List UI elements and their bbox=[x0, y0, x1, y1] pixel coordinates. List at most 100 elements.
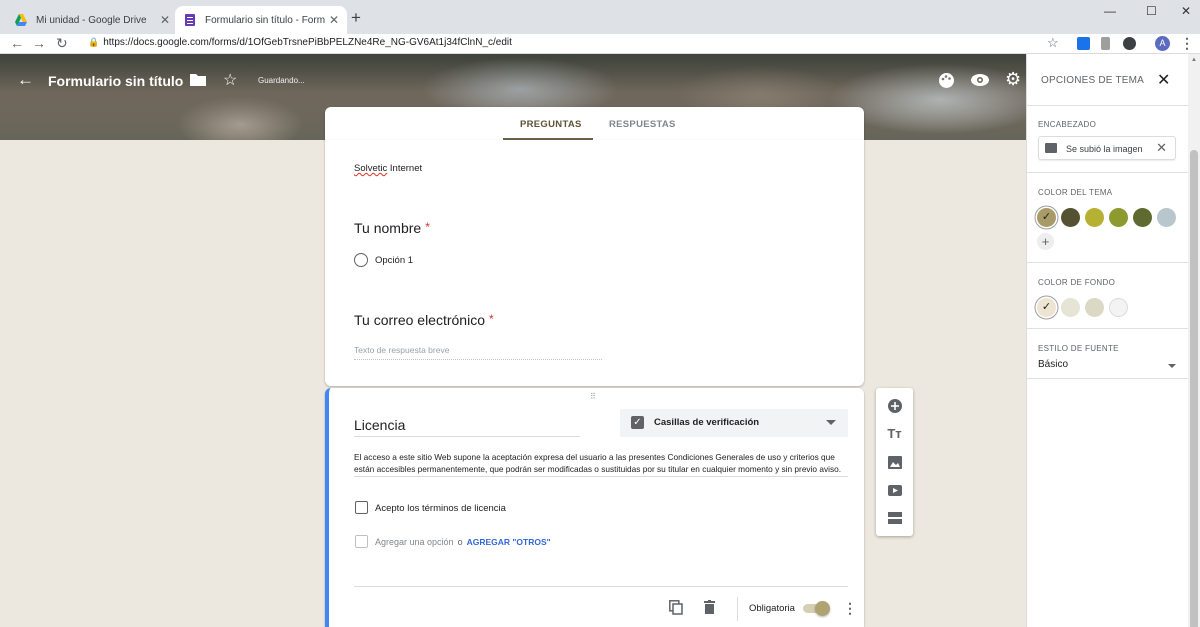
drag-handle-icon[interactable]: ⠿ bbox=[590, 392, 597, 401]
theme-color-swatch[interactable] bbox=[1037, 208, 1056, 227]
scroll-up-icon[interactable]: ▲ bbox=[1191, 57, 1197, 63]
tab-preguntas[interactable]: PREGUNTAS bbox=[520, 119, 582, 130]
browser-tab-title: Formulario sin título - Formulario bbox=[205, 14, 325, 26]
delete-trash-icon[interactable] bbox=[704, 600, 715, 614]
reload-icon[interactable]: ↻ bbox=[56, 35, 68, 52]
header-section-label: ENCABEZADO bbox=[1038, 120, 1097, 129]
image-chip-label: Se subió la imagen bbox=[1066, 144, 1143, 154]
question-title-name[interactable]: Tu nombre * bbox=[354, 220, 430, 236]
add-section-icon[interactable] bbox=[888, 512, 902, 524]
new-tab-button[interactable]: + bbox=[351, 8, 361, 28]
question-text: Tu correo electrónico bbox=[354, 312, 485, 328]
save-status: Guardando... bbox=[258, 76, 305, 85]
form-tabs bbox=[325, 107, 864, 140]
add-option-button[interactable]: Agregar una opción bbox=[375, 537, 454, 547]
divider bbox=[354, 586, 848, 587]
misspelled-word: Solvetic bbox=[354, 163, 388, 174]
palette-icon[interactable] bbox=[938, 72, 955, 89]
maximize-button[interactable]: ☐ bbox=[1146, 4, 1157, 18]
extension-icon[interactable] bbox=[1077, 37, 1090, 50]
extension-icon[interactable] bbox=[1101, 37, 1110, 50]
required-asterisk: * bbox=[488, 312, 494, 326]
question-toolbar: Tт bbox=[876, 388, 913, 536]
font-style-dropdown[interactable]: Básico bbox=[1038, 359, 1068, 370]
url-field[interactable]: 🔒 https://docs.google.com/forms/d/1OfGebT… bbox=[88, 37, 512, 48]
divider bbox=[1027, 105, 1188, 106]
extension-icon[interactable] bbox=[1123, 37, 1136, 50]
header-image-chip[interactable]: Se subió la imagen ✕ bbox=[1038, 136, 1176, 160]
add-question-icon[interactable] bbox=[888, 399, 902, 413]
theme-color-swatch[interactable] bbox=[1109, 208, 1128, 227]
description-text: Internet bbox=[387, 163, 423, 174]
panel-title: OPCIONES DE TEMA bbox=[1041, 75, 1145, 86]
required-toggle-knob[interactable] bbox=[815, 601, 830, 616]
back-icon[interactable]: ← bbox=[10, 35, 24, 51]
divider bbox=[737, 597, 738, 621]
google-drive-icon bbox=[15, 14, 27, 26]
background-color-swatch[interactable] bbox=[1109, 298, 1128, 317]
settings-gear-icon[interactable]: ⚙ bbox=[1005, 69, 1021, 90]
browser-tab-form[interactable]: Formulario sin título - Formulario ✕ bbox=[175, 6, 347, 34]
url-text: https://docs.google.com/forms/d/1OfGebTr… bbox=[103, 37, 512, 48]
form-description[interactable]: Solvetic Internet bbox=[354, 163, 422, 174]
question-text: Tu nombre bbox=[354, 220, 422, 236]
add-image-icon[interactable] bbox=[888, 456, 902, 469]
add-title-icon[interactable]: Tт bbox=[876, 426, 913, 441]
scrollbar[interactable]: ▲ bbox=[1188, 54, 1200, 627]
star-icon[interactable]: ☆ bbox=[223, 70, 237, 90]
minimize-button[interactable]: — bbox=[1104, 4, 1116, 18]
tab-respuestas[interactable]: RESPUESTAS bbox=[609, 119, 676, 130]
close-tab-icon[interactable]: ✕ bbox=[160, 13, 170, 27]
forward-icon[interactable]: → bbox=[32, 35, 46, 51]
profile-avatar[interactable]: A bbox=[1155, 36, 1170, 51]
question-title-input[interactable]: Licencia bbox=[354, 417, 580, 437]
form-title[interactable]: Formulario sin título bbox=[48, 73, 183, 89]
question-description-input[interactable]: El acceso a este sitio Web supone la ace… bbox=[354, 451, 848, 477]
close-icon[interactable]: ✕ bbox=[1157, 70, 1170, 90]
close-window-button[interactable]: ✕ bbox=[1181, 4, 1191, 18]
question-title-email[interactable]: Tu correo electrónico * bbox=[354, 312, 494, 328]
address-bar: ← → ↻ 🔒 https://docs.google.com/forms/d/1… bbox=[0, 34, 1200, 54]
remove-image-icon[interactable]: ✕ bbox=[1156, 140, 1167, 156]
add-video-icon[interactable] bbox=[888, 485, 902, 496]
theme-color-swatch[interactable] bbox=[1133, 208, 1152, 227]
checkbox[interactable] bbox=[355, 501, 368, 514]
duplicate-icon[interactable] bbox=[669, 600, 683, 615]
question-type-label: Casillas de verificación bbox=[654, 417, 760, 428]
checkbox-checked-icon: ✓ bbox=[631, 416, 644, 429]
theme-color-swatch[interactable] bbox=[1061, 208, 1080, 227]
divider bbox=[1027, 262, 1188, 263]
add-option-row: Agregar una opción o AGREGAR "OTROS" bbox=[375, 537, 551, 547]
preview-eye-icon[interactable] bbox=[971, 74, 989, 86]
or-text: o bbox=[457, 537, 463, 547]
image-icon bbox=[1045, 143, 1057, 153]
theme-color-swatch[interactable] bbox=[1157, 208, 1176, 227]
more-options-icon[interactable]: ⋮ bbox=[843, 600, 857, 617]
required-asterisk: * bbox=[425, 220, 430, 234]
background-color-swatch[interactable] bbox=[1061, 298, 1080, 317]
theme-color-label: COLOR DEL TEMA bbox=[1038, 188, 1113, 197]
dropdown-arrow-icon bbox=[826, 420, 836, 425]
background-color-swatch[interactable] bbox=[1037, 298, 1056, 317]
browser-menu-icon[interactable]: ⋮ bbox=[1180, 35, 1194, 52]
question-type-dropdown[interactable]: ✓ Casillas de verificación bbox=[620, 409, 848, 437]
font-style-label: ESTILO DE FUENTE bbox=[1038, 344, 1119, 353]
divider bbox=[1027, 328, 1188, 329]
background-color-swatch[interactable] bbox=[1085, 298, 1104, 317]
browser-tab-drive[interactable]: Mi unidad - Google Drive ✕ bbox=[6, 6, 178, 34]
scrollbar-thumb[interactable] bbox=[1190, 150, 1198, 627]
divider bbox=[1027, 172, 1188, 173]
bookmark-star-icon[interactable]: ☆ bbox=[1047, 35, 1059, 51]
dropdown-arrow-icon[interactable] bbox=[1168, 364, 1176, 368]
theme-color-swatch[interactable] bbox=[1085, 208, 1104, 227]
close-tab-icon[interactable]: ✕ bbox=[329, 13, 339, 27]
background-color-label: COLOR DE FONDO bbox=[1038, 278, 1116, 287]
radio-button[interactable] bbox=[354, 253, 368, 267]
required-label: Obligatoria bbox=[749, 603, 795, 614]
back-arrow-icon[interactable]: ← bbox=[17, 70, 34, 90]
add-other-button[interactable]: AGREGAR "OTROS" bbox=[467, 537, 551, 547]
folder-icon[interactable] bbox=[190, 73, 206, 86]
lock-icon: 🔒 bbox=[88, 37, 100, 47]
option-label[interactable]: Acepto los términos de licencia bbox=[375, 503, 506, 514]
add-custom-color-icon[interactable]: + bbox=[1037, 233, 1054, 250]
